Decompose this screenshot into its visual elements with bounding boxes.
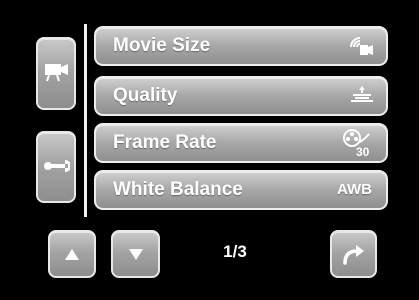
- page-down-button[interactable]: [111, 230, 160, 278]
- menu-item-quality[interactable]: Quality: [94, 76, 388, 116]
- white-balance-value: AWB: [337, 181, 372, 198]
- frame-rate-icon: 30: [342, 128, 372, 158]
- quality-icon: [350, 85, 374, 105]
- sidebar-item-movie[interactable]: [36, 37, 76, 110]
- frame-rate-value: 30: [356, 145, 370, 158]
- menu-item-label: Quality: [113, 85, 178, 106]
- movie-camera-icon: [45, 64, 69, 82]
- menu-item-movie-size[interactable]: Movie Size: [94, 26, 388, 66]
- up-arrow-icon: [65, 249, 79, 260]
- menu-item-frame-rate[interactable]: Frame Rate 30: [94, 123, 388, 163]
- page-indicator: 1/3: [223, 242, 247, 261]
- sidebar-item-setup[interactable]: [36, 131, 76, 203]
- movie-size-icon: [348, 33, 374, 57]
- wrench-icon: [44, 158, 70, 174]
- sidebar-divider: [84, 24, 87, 217]
- menu-item-label: White Balance: [113, 179, 243, 200]
- menu-item-label: Frame Rate: [113, 132, 217, 153]
- menu-item-label: Movie Size: [113, 35, 211, 56]
- curved-arrow-icon: [342, 243, 366, 265]
- page-up-button[interactable]: [48, 230, 96, 278]
- down-arrow-icon: [129, 249, 143, 260]
- forward-button[interactable]: [330, 230, 377, 278]
- menu-item-white-balance[interactable]: White Balance AWB: [94, 170, 388, 210]
